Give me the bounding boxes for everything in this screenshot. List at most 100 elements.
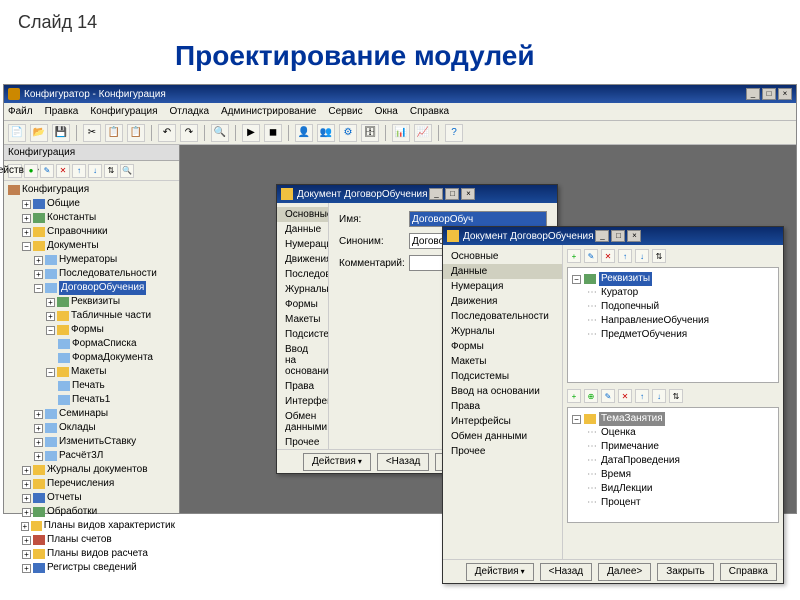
tree-down-icon[interactable]: ↓: [88, 164, 102, 178]
toolbar-cut-icon[interactable]: ✂: [83, 124, 101, 142]
nav-zhurnaly[interactable]: Журналы: [443, 324, 562, 339]
tree-add-icon[interactable]: ●: [24, 164, 38, 178]
back-button[interactable]: <Назад: [377, 453, 430, 471]
menu-debug[interactable]: Отладка: [169, 106, 209, 117]
nav-dvizheniya[interactable]: Движения: [443, 294, 562, 309]
next-button[interactable]: Далее>: [598, 563, 651, 581]
dialog1-titlebar[interactable]: Документ ДоговорОбучения _ □ ×: [277, 185, 557, 203]
nav-vvod[interactable]: Ввод на основании: [277, 342, 328, 379]
nav-podsistemy[interactable]: Подсистемы: [443, 369, 562, 384]
maximize-button[interactable]: □: [762, 88, 776, 100]
config-tree[interactable]: Конфигурация +Общие +Константы +Справочн…: [4, 181, 179, 577]
add2-icon[interactable]: ⊕: [584, 389, 598, 403]
dialog1-close-button[interactable]: ×: [461, 188, 475, 200]
toolbar-misc1-icon[interactable]: 📊: [392, 124, 410, 142]
add-icon[interactable]: +: [567, 249, 581, 263]
delete-icon[interactable]: ✕: [601, 249, 615, 263]
nav-formy[interactable]: Формы: [443, 339, 562, 354]
menu-configuration[interactable]: Конфигурация: [90, 106, 157, 117]
close-button[interactable]: ×: [778, 88, 792, 100]
toolbar-user-icon[interactable]: 👤: [295, 124, 313, 142]
nav-interfeysy[interactable]: Интерфейсы: [443, 414, 562, 429]
toolbar-stop-icon[interactable]: ◼: [264, 124, 282, 142]
nav-obmen[interactable]: Обмен данными: [277, 409, 328, 435]
toolbar-new-icon[interactable]: 📄: [8, 124, 26, 142]
up-icon[interactable]: ↑: [635, 389, 649, 403]
tree-edit-icon[interactable]: ✎: [40, 164, 54, 178]
dialog1-max-button[interactable]: □: [445, 188, 459, 200]
nav-dvizheniya[interactable]: Движения: [277, 252, 328, 267]
folder-icon: [33, 227, 45, 237]
tree-find-icon[interactable]: 🔍: [120, 164, 134, 178]
dialog2-max-button[interactable]: □: [611, 230, 625, 242]
delete-icon[interactable]: ✕: [618, 389, 632, 403]
nav-osnovnye[interactable]: Основные: [443, 249, 562, 264]
nav-prava[interactable]: Права: [443, 399, 562, 414]
nav-dannye[interactable]: Данные: [277, 222, 328, 237]
toolbar-users-icon[interactable]: 👥: [317, 124, 335, 142]
menu-file[interactable]: Файл: [8, 106, 33, 117]
sort-icon[interactable]: ⇅: [652, 249, 666, 263]
toolbar-run-icon[interactable]: ▶: [242, 124, 260, 142]
dialog2-min-button[interactable]: _: [595, 230, 609, 242]
add-icon[interactable]: +: [567, 389, 581, 403]
actions-button[interactable]: Действия: [466, 563, 534, 581]
nav-makety[interactable]: Макеты: [277, 312, 328, 327]
toolbar-copy-icon[interactable]: 📋: [105, 124, 123, 142]
edit-icon[interactable]: ✎: [584, 249, 598, 263]
toolbar-config-icon[interactable]: ⚙: [339, 124, 357, 142]
nav-osnovnye[interactable]: Основные: [277, 207, 328, 222]
menu-admin[interactable]: Администрирование: [221, 106, 316, 117]
toolbar-save-icon[interactable]: 💾: [52, 124, 70, 142]
dialog1-min-button[interactable]: _: [429, 188, 443, 200]
tree-del-icon[interactable]: ✕: [56, 164, 70, 178]
nav-prava[interactable]: Права: [277, 379, 328, 394]
close-button[interactable]: Закрыть: [657, 563, 714, 581]
nav-posled[interactable]: Последовательности: [277, 267, 328, 282]
nav-prochee[interactable]: Прочее: [443, 444, 562, 459]
nav-podsistemy[interactable]: Подсистемы: [277, 327, 328, 342]
nav-zhurnaly[interactable]: Журналы: [277, 282, 328, 297]
down-icon[interactable]: ↓: [652, 389, 666, 403]
dialog2-close-button[interactable]: ×: [627, 230, 641, 242]
actions-dropdown[interactable]: Действия▾: [8, 164, 22, 178]
tree-sort-icon[interactable]: ⇅: [104, 164, 118, 178]
minimize-button[interactable]: _: [746, 88, 760, 100]
actions-button[interactable]: Действия: [303, 453, 371, 471]
menu-windows[interactable]: Окна: [375, 106, 398, 117]
menu-service[interactable]: Сервис: [328, 106, 362, 117]
up-icon[interactable]: ↑: [618, 249, 632, 263]
toolbar-open-icon[interactable]: 📂: [30, 124, 48, 142]
nav-obmen[interactable]: Обмен данными: [443, 429, 562, 444]
print-icon: [58, 381, 70, 391]
back-button[interactable]: <Назад: [540, 563, 593, 581]
doc-icon: [45, 269, 57, 279]
nav-prochee[interactable]: Прочее: [277, 435, 328, 449]
toolbar-undo-icon[interactable]: ↶: [158, 124, 176, 142]
help-button[interactable]: Справка: [720, 563, 777, 581]
toolbar-redo-icon[interactable]: ↷: [180, 124, 198, 142]
nav-dannye[interactable]: Данные: [443, 264, 562, 279]
toolbar-help-icon[interactable]: ?: [445, 124, 463, 142]
name-input[interactable]: [409, 211, 547, 227]
rekvizity-box[interactable]: −Реквизиты ⋯Куратор ⋯Подопечный ⋯Направл…: [567, 267, 779, 383]
dialog2-titlebar[interactable]: Документ ДоговорОбучения _ □ ×: [443, 227, 783, 245]
tabchasti-box[interactable]: −ТемаЗанятия ⋯Оценка ⋯Примечание ⋯ДатаПр…: [567, 407, 779, 523]
down-icon[interactable]: ↓: [635, 249, 649, 263]
sort-icon[interactable]: ⇅: [669, 389, 683, 403]
toolbar-paste-icon[interactable]: 📋: [127, 124, 145, 142]
edit-icon[interactable]: ✎: [601, 389, 615, 403]
nav-interfeysy[interactable]: Интерфейсы: [277, 394, 328, 409]
nav-makety[interactable]: Макеты: [443, 354, 562, 369]
nav-posled[interactable]: Последовательности: [443, 309, 562, 324]
toolbar-find-icon[interactable]: 🔍: [211, 124, 229, 142]
nav-numeraciya[interactable]: Нумерация: [277, 237, 328, 252]
toolbar-db-icon[interactable]: 🗄: [361, 124, 379, 142]
nav-formy[interactable]: Формы: [277, 297, 328, 312]
menu-help[interactable]: Справка: [410, 106, 449, 117]
nav-vvod[interactable]: Ввод на основании: [443, 384, 562, 399]
toolbar-misc2-icon[interactable]: 📈: [414, 124, 432, 142]
nav-numeraciya[interactable]: Нумерация: [443, 279, 562, 294]
menu-edit[interactable]: Правка: [45, 106, 79, 117]
tree-up-icon[interactable]: ↑: [72, 164, 86, 178]
